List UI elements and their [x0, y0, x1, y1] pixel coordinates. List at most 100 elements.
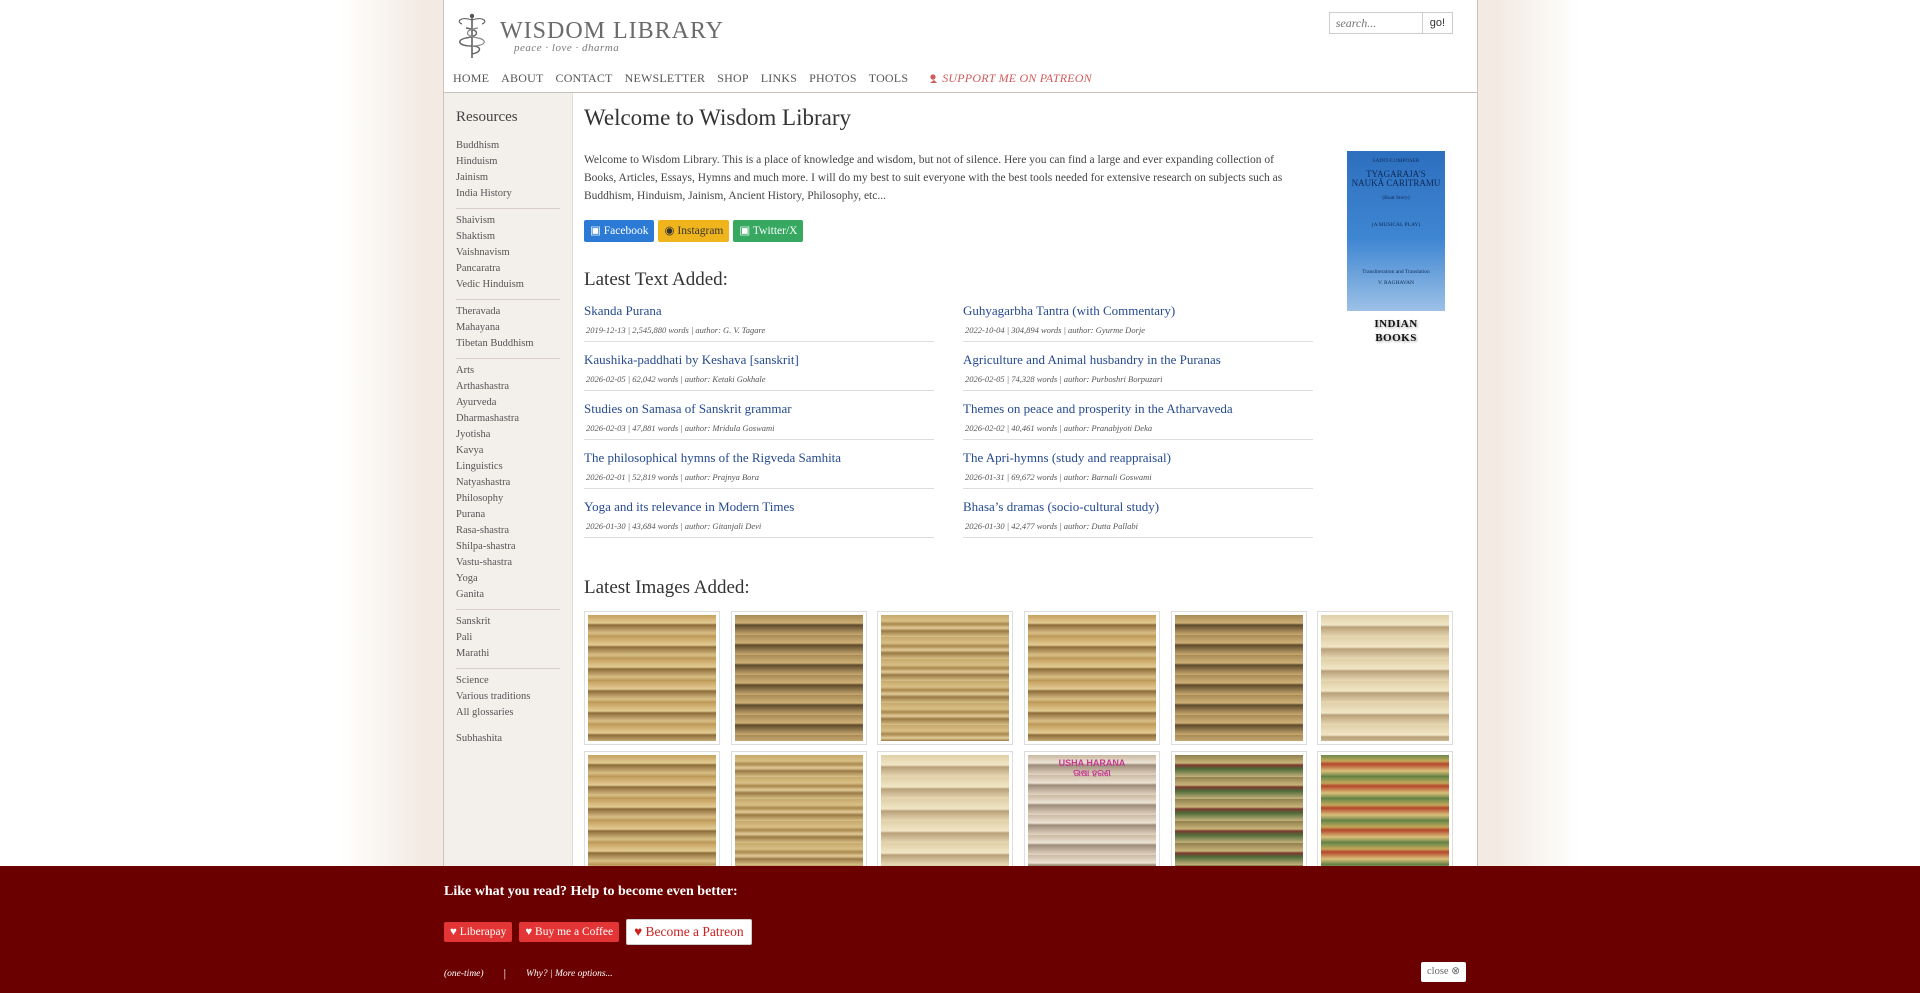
- image-thumbnail[interactable]: [877, 751, 1013, 885]
- nav-newsletter[interactable]: NEWSLETTER: [625, 71, 706, 86]
- list-item: Studies on Samasa of Sanskrit grammar 20…: [584, 401, 934, 440]
- sidebar-item-marathi[interactable]: Marathi: [456, 646, 560, 662]
- sidebar-item-vedic-hinduism[interactable]: Vedic Hinduism: [456, 277, 560, 293]
- sidebar-item-shilpa-shastra[interactable]: Shilpa-shastra: [456, 539, 560, 555]
- sidebar-item-philosophy[interactable]: Philosophy: [456, 491, 560, 507]
- sidebar-item-vaishnavism[interactable]: Vaishnavism: [456, 245, 560, 261]
- instagram-icon: ◉: [664, 225, 675, 237]
- text-link[interactable]: Yoga and its relevance in Modern Times: [584, 499, 934, 515]
- image-thumbnail[interactable]: [1317, 611, 1453, 745]
- image-thumbnail[interactable]: [731, 751, 867, 885]
- sidebar-item-science[interactable]: Science: [456, 673, 560, 689]
- image-thumbnail[interactable]: [877, 611, 1013, 745]
- sidebar-item-hinduism[interactable]: Hinduism: [456, 154, 560, 170]
- manuscript-image: [1175, 755, 1303, 881]
- sidebar-group-hindu-traditions: Shaivism Shaktism Vaishnavism Pancaratra…: [456, 209, 560, 300]
- text-link[interactable]: Themes on peace and prosperity in the At…: [963, 401, 1313, 417]
- facebook-button[interactable]: ▣ Facebook: [584, 220, 655, 242]
- image-thumbnail[interactable]: [1171, 751, 1307, 885]
- sidebar-item-subhashita[interactable]: Subhashita: [456, 731, 560, 747]
- site-logo[interactable]: WISDOM LIBRARY peace · love · dharma: [452, 12, 724, 58]
- site-title: WISDOM LIBRARY: [500, 18, 725, 44]
- sidebar-item-natyashastra[interactable]: Natyashastra: [456, 475, 560, 491]
- sidebar-item-arthashastra[interactable]: Arthashastra: [456, 379, 560, 395]
- nav-contact[interactable]: CONTACT: [555, 71, 612, 86]
- buy-me-coffee-button[interactable]: ♥ Buy me a Coffee: [519, 922, 620, 942]
- sidebar-item-shaktism[interactable]: Shaktism: [456, 229, 560, 245]
- sidebar-item-jainism[interactable]: Jainism: [456, 170, 560, 186]
- sidebar-item-pali[interactable]: Pali: [456, 630, 560, 646]
- nav-photos[interactable]: PHOTOS: [809, 71, 857, 86]
- image-thumbnail[interactable]: [1024, 611, 1160, 745]
- text-link[interactable]: The Apri-hymns (study and reappraisal): [963, 450, 1313, 466]
- text-link[interactable]: Guhyagarbha Tantra (with Commentary): [963, 303, 1313, 319]
- sidebar-item-vastu-shastra[interactable]: Vastu-shastra: [456, 555, 560, 571]
- sidebar-item-linguistics[interactable]: Linguistics: [456, 459, 560, 475]
- twitter-icon: ▣: [739, 225, 751, 237]
- sidebar-item-various-traditions[interactable]: Various traditions: [456, 689, 560, 705]
- sidebar-item-all-glossaries[interactable]: All glossaries: [456, 705, 560, 721]
- nav-tools[interactable]: TOOLS: [869, 71, 908, 86]
- sidebar-item-mahayana[interactable]: Mahayana: [456, 320, 560, 336]
- sidebar-item-jyotisha[interactable]: Jyotisha: [456, 427, 560, 443]
- text-link[interactable]: Bhasa’s dramas (socio-cultural study): [963, 499, 1313, 515]
- why-more-options-link[interactable]: Why? | More options...: [526, 969, 613, 979]
- indian-books-label-line1: INDIAN: [1374, 318, 1418, 330]
- search-input[interactable]: [1328, 12, 1422, 34]
- sidebar-item-tibetan-buddhism[interactable]: Tibetan Buddhism: [456, 336, 560, 352]
- sidebar-item-pancaratra[interactable]: Pancaratra: [456, 261, 560, 277]
- list-item: Yoga and its relevance in Modern Times 2…: [584, 499, 934, 538]
- search-form: go!: [1328, 12, 1453, 34]
- one-time-note: (one-time): [444, 968, 484, 979]
- search-button[interactable]: go!: [1421, 12, 1453, 34]
- sidebar-item-purana[interactable]: Purana: [456, 507, 560, 523]
- nav-shop[interactable]: SHOP: [717, 71, 748, 86]
- indian-books-ad[interactable]: SAINT-COMPOSER TYAGARAJA'S NAUKĀ CARITRA…: [1347, 151, 1445, 345]
- book-cover-line: V. RAGHAVAN: [1377, 280, 1415, 286]
- sidebar-item-india-history[interactable]: India History: [456, 186, 560, 202]
- image-thumbnail[interactable]: USHA HARANA ଊଷା ହରଣ: [1024, 751, 1160, 885]
- sidebar-item-ayurveda[interactable]: Ayurveda: [456, 395, 560, 411]
- sidebar-item-dharmashastra[interactable]: Dharmashastra: [456, 411, 560, 427]
- usha-harana-title: USHA HARANA: [1058, 758, 1126, 768]
- nav-about[interactable]: ABOUT: [501, 71, 543, 86]
- close-label: close: [1427, 966, 1449, 977]
- sidebar-item-rasa-shastra[interactable]: Rasa-shastra: [456, 523, 560, 539]
- text-meta: 2026-01-31 | 69,672 words | author: Barn…: [965, 472, 1152, 482]
- text-link[interactable]: Studies on Samasa of Sanskrit grammar: [584, 401, 934, 417]
- manuscript-image: [1321, 755, 1449, 881]
- donation-banner: Like what you read? Help to become even …: [0, 866, 1920, 993]
- text-link[interactable]: Agriculture and Animal husbandry in the …: [963, 352, 1313, 368]
- instagram-button[interactable]: ◉ Instagram: [658, 220, 730, 242]
- image-thumbnail[interactable]: [731, 611, 867, 745]
- sidebar-item-ganita[interactable]: Ganita: [456, 587, 560, 603]
- sidebar-item-theravada[interactable]: Theravada: [456, 304, 560, 320]
- text-link[interactable]: The philosophical hymns of the Rigveda S…: [584, 450, 934, 466]
- manuscript-image: [1028, 615, 1156, 741]
- text-link[interactable]: Skanda Purana: [584, 303, 934, 319]
- sidebar-item-shaivism[interactable]: Shaivism: [456, 213, 560, 229]
- image-thumbnail[interactable]: [1171, 611, 1307, 745]
- close-banner-button[interactable]: close ⊗: [1421, 962, 1467, 982]
- sidebar-item-kavya[interactable]: Kavya: [456, 443, 560, 459]
- sidebar-item-sanskrit[interactable]: Sanskrit: [456, 614, 560, 630]
- manuscript-image: [1175, 615, 1303, 741]
- image-thumbnail[interactable]: [584, 611, 720, 745]
- patreon-label: Become a Patreon: [645, 924, 744, 939]
- sidebar-item-yoga[interactable]: Yoga: [456, 571, 560, 587]
- page-container: WISDOM LIBRARY peace · love · dharma go!…: [443, 0, 1478, 993]
- twitter-button[interactable]: ▣ Twitter/X: [733, 220, 804, 242]
- nav-patreon-link[interactable]: SUPPORT ME ON PATREON: [924, 71, 1092, 86]
- sidebar-item-arts[interactable]: Arts: [456, 363, 560, 379]
- liberapay-button[interactable]: ♥ Liberapay: [444, 922, 513, 942]
- nav-links[interactable]: LINKS: [761, 71, 797, 86]
- nav-home[interactable]: HOME: [453, 71, 489, 86]
- image-thumbnail[interactable]: [584, 751, 720, 885]
- become-patreon-button[interactable]: ♥ Become a Patreon: [626, 919, 752, 945]
- image-thumbnail[interactable]: [1317, 751, 1453, 885]
- book-cover-line: SAINT-COMPOSER: [1372, 158, 1420, 164]
- text-link[interactable]: Kaushika-paddhati by Keshava [sanskrit]: [584, 352, 934, 368]
- sidebar-item-buddhism[interactable]: Buddhism: [456, 138, 560, 154]
- facebook-label: Facebook: [603, 225, 649, 237]
- sidebar-group-shastras: Arts Arthashastra Ayurveda Dharmashastra…: [456, 359, 560, 610]
